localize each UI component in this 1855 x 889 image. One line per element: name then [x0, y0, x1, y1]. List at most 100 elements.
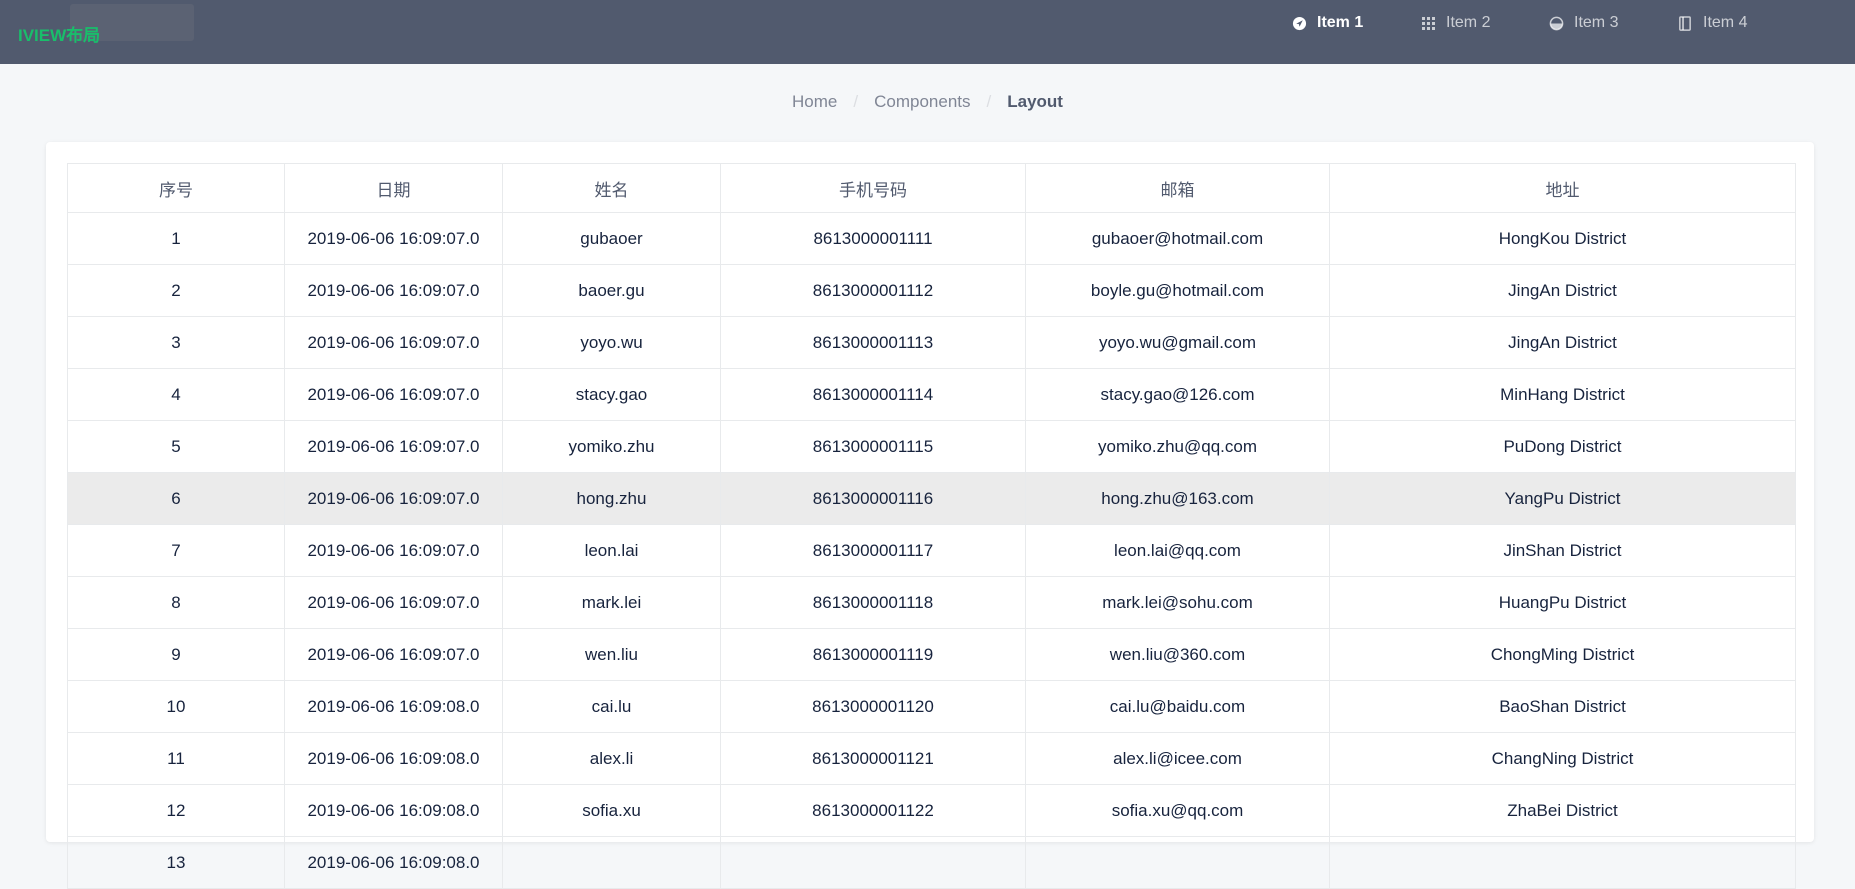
- menu-item-label: Item 3: [1574, 14, 1619, 31]
- cell-index: 1: [67, 212, 285, 265]
- cell-address: [1329, 836, 1796, 889]
- cell-date: 2019-06-06 16:09:08.0: [284, 680, 503, 733]
- cell-date: 2019-06-06 16:09:07.0: [284, 264, 503, 317]
- cell-address: ChongMing District: [1329, 628, 1796, 681]
- cell-name: wen.liu: [502, 628, 721, 681]
- cell-address: ZhaBei District: [1329, 784, 1796, 837]
- cell-email: sofia.xu@qq.com: [1025, 784, 1330, 837]
- table-body: 1 2019-06-06 16:09:07.0 gubaoer 86130000011…: [67, 212, 1796, 889]
- menu-item-3[interactable]: Item 3: [1548, 0, 1618, 46]
- cell-index: 8: [67, 576, 285, 629]
- table-row[interactable]: 6 2019-06-06 16:09:07.0 hong.zhu 8613000001…: [67, 472, 1796, 525]
- cell-date: 2019-06-06 16:09:07.0: [284, 628, 503, 681]
- cell-date: 2019-06-06 16:09:07.0: [284, 524, 503, 577]
- menu-item-label: Item 1: [1317, 14, 1364, 31]
- table-row[interactable]: 12 2019-06-06 16:09:08.0 sofia.xu 861300000…: [67, 784, 1796, 837]
- cell-phone: 8613000001113: [720, 316, 1026, 369]
- cell-email: yomiko.zhu@qq.com: [1025, 420, 1330, 473]
- cell-phone: 8613000001114: [720, 368, 1026, 421]
- column-header-date[interactable]: 日期: [284, 163, 503, 213]
- cell-address: ChangNing District: [1329, 732, 1796, 785]
- cell-index: 2: [67, 264, 285, 317]
- pie-icon: [1548, 15, 1564, 31]
- menu-item-1[interactable]: Item 1: [1291, 0, 1363, 46]
- cell-name: yomiko.zhu: [502, 420, 721, 473]
- cell-date: 2019-06-06 16:09:08.0: [284, 784, 503, 837]
- column-header-phone[interactable]: 手机号码: [720, 163, 1026, 213]
- content-card: 序号 日期 姓名 手机号码 邮箱 地址 1 2019-06-06 16:09:07…: [46, 142, 1814, 889]
- column-header-email[interactable]: 邮箱: [1025, 163, 1330, 213]
- cell-phone: 8613000001115: [720, 420, 1026, 473]
- cell-name: leon.lai: [502, 524, 721, 577]
- cell-date: 2019-06-06 16:09:07.0: [284, 576, 503, 629]
- column-header-address[interactable]: 地址: [1329, 163, 1796, 213]
- cell-address: MinHang District: [1329, 368, 1796, 421]
- cell-phone: 8613000001117: [720, 524, 1026, 577]
- book-icon: [1677, 15, 1693, 31]
- breadcrumb-home[interactable]: Home: [792, 92, 837, 112]
- cell-address: JingAn District: [1329, 264, 1796, 317]
- cell-date: 2019-06-06 16:09:07.0: [284, 368, 503, 421]
- breadcrumb-separator: /: [853, 92, 859, 111]
- table-row[interactable]: 1 2019-06-06 16:09:07.0 gubaoer 86130000011…: [67, 212, 1796, 265]
- navigation-icon: [1291, 15, 1307, 31]
- cell-name: [502, 836, 721, 889]
- cell-name: hong.zhu: [502, 472, 721, 525]
- cell-phone: 8613000001116: [720, 472, 1026, 525]
- column-header-name[interactable]: 姓名: [502, 163, 721, 213]
- cell-index: 7: [67, 524, 285, 577]
- cell-index: 6: [67, 472, 285, 525]
- cell-name: gubaoer: [502, 212, 721, 265]
- table-row[interactable]: 8 2019-06-06 16:09:07.0 mark.lei 8613000001…: [67, 576, 1796, 629]
- cell-phone: 8613000001121: [720, 732, 1026, 785]
- cell-index: 10: [67, 680, 285, 733]
- table-row[interactable]: 2 2019-06-06 16:09:07.0 baoer.gu 8613000001…: [67, 264, 1796, 317]
- menu-item-4[interactable]: Item 4: [1677, 0, 1747, 46]
- cell-email: [1025, 836, 1330, 889]
- table-row[interactable]: 4 2019-06-06 16:09:07.0 stacy.gao 861300000…: [67, 368, 1796, 421]
- cell-index: 12: [67, 784, 285, 837]
- cell-address: JinShan District: [1329, 524, 1796, 577]
- table-row[interactable]: 13 2019-06-06 16:09:08.0: [67, 836, 1796, 889]
- table-row[interactable]: 3 2019-06-06 16:09:07.0 yoyo.wu 86130000011…: [67, 316, 1796, 369]
- column-header-index[interactable]: 序号: [67, 163, 285, 213]
- cell-address: JingAn District: [1329, 316, 1796, 369]
- breadcrumb: Home / Components / Layout: [0, 92, 1855, 112]
- table-header-row: 序号 日期 姓名 手机号码 邮箱 地址: [67, 163, 1796, 213]
- cell-email: boyle.gu@hotmail.com: [1025, 264, 1330, 317]
- cell-phone: 8613000001118: [720, 576, 1026, 629]
- grid-icon: [1420, 15, 1436, 31]
- cell-phone: 8613000001112: [720, 264, 1026, 317]
- cell-address: BaoShan District: [1329, 680, 1796, 733]
- cell-date: 2019-06-06 16:09:08.0: [284, 836, 503, 889]
- cell-date: 2019-06-06 16:09:07.0: [284, 212, 503, 265]
- table-row[interactable]: 5 2019-06-06 16:09:07.0 yomiko.zhu 86130000…: [67, 420, 1796, 473]
- cell-email: wen.liu@360.com: [1025, 628, 1330, 681]
- cell-address: HuangPu District: [1329, 576, 1796, 629]
- breadcrumb-components[interactable]: Components: [874, 92, 970, 112]
- cell-date: 2019-06-06 16:09:07.0: [284, 472, 503, 525]
- table-row[interactable]: 7 2019-06-06 16:09:07.0 leon.lai 8613000001…: [67, 524, 1796, 577]
- cell-email: stacy.gao@126.com: [1025, 368, 1330, 421]
- table-row[interactable]: 10 2019-06-06 16:09:08.0 cai.lu 86130000011…: [67, 680, 1796, 733]
- cell-phone: 8613000001111: [720, 212, 1026, 265]
- cell-email: leon.lai@qq.com: [1025, 524, 1330, 577]
- top-navbar: IVIEW布局 Item 1 Item 2 Item 3 Item 4: [0, 0, 1855, 64]
- cell-phone: 8613000001122: [720, 784, 1026, 837]
- cell-address: HongKou District: [1329, 212, 1796, 265]
- cell-index: 5: [67, 420, 285, 473]
- menu-item-2[interactable]: Item 2: [1420, 0, 1490, 46]
- logo-text: IVIEW布局: [18, 26, 101, 45]
- table-row[interactable]: 11 2019-06-06 16:09:08.0 alex.li 8613000001…: [67, 732, 1796, 785]
- cell-name: stacy.gao: [502, 368, 721, 421]
- cell-phone: 8613000001120: [720, 680, 1026, 733]
- table-row[interactable]: 9 2019-06-06 16:09:07.0 wen.liu 86130000011…: [67, 628, 1796, 681]
- cell-index: 11: [67, 732, 285, 785]
- cell-date: 2019-06-06 16:09:07.0: [284, 316, 503, 369]
- cell-address: PuDong District: [1329, 420, 1796, 473]
- breadcrumb-layout: Layout: [1007, 92, 1063, 111]
- cell-name: sofia.xu: [502, 784, 721, 837]
- menu-item-label: Item 4: [1703, 14, 1748, 31]
- cell-email: alex.li@icee.com: [1025, 732, 1330, 785]
- cell-phone: [720, 836, 1026, 889]
